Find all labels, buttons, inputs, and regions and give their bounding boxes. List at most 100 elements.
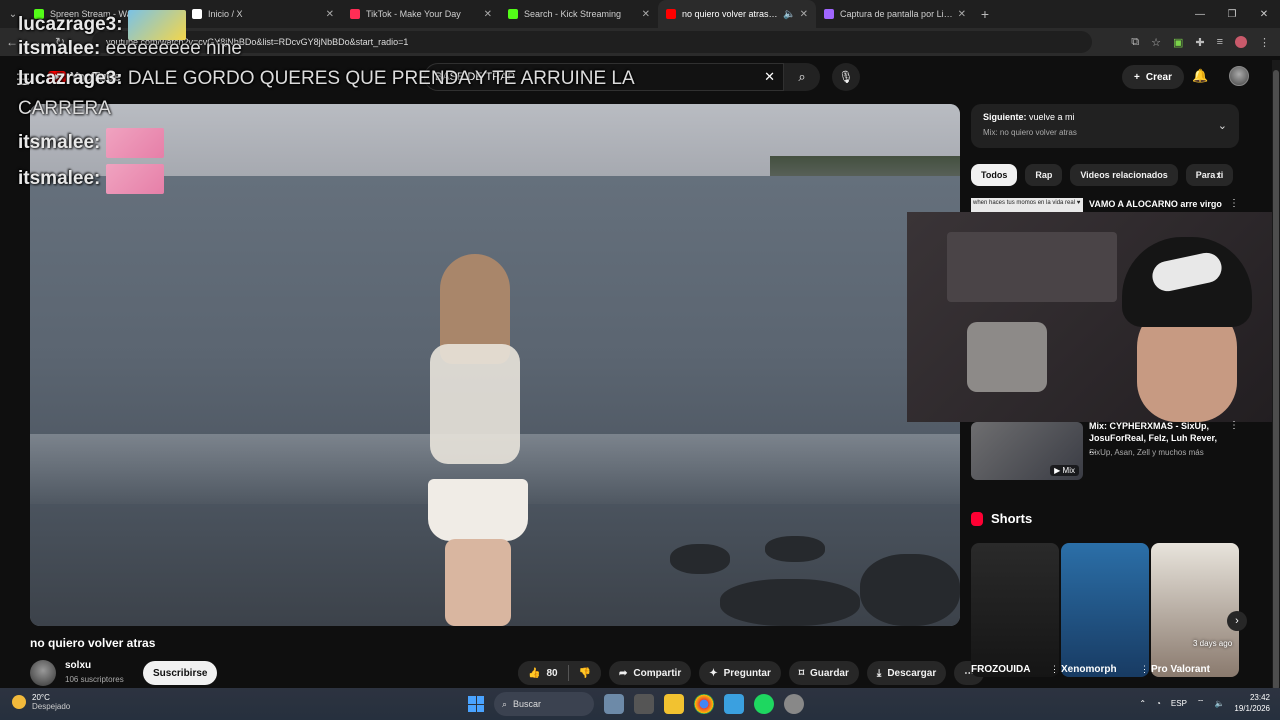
bookmark-star-icon[interactable]: ☆ [1151, 36, 1161, 49]
stream-chat-overlay: lucazrage3: itsmalee: eeeeeeeee nine luc… [18, 10, 678, 195]
short-title: Pro Valorant [1151, 664, 1210, 675]
clock[interactable]: 23:42 19/1/2026 [1234, 692, 1270, 714]
more-vertical-icon[interactable]: ⋮ [1050, 664, 1059, 675]
chip-rap[interactable]: Rap [1025, 164, 1063, 186]
video-title: no quiero volver atras [30, 636, 156, 650]
close-window-icon[interactable]: ✕ [1248, 0, 1280, 28]
weather-widget[interactable]: 20°C Despejado [12, 693, 70, 711]
channel-avatar[interactable] [30, 660, 56, 686]
moon-icon [12, 695, 26, 709]
chat-username: itsmalee: [18, 168, 101, 190]
chat-message: lucazrage3: DALE GORDO QUERES QUE PRENDA… [18, 64, 678, 124]
page-scrollbar[interactable] [1272, 60, 1280, 690]
close-tab-icon[interactable]: ✕ [958, 9, 966, 20]
spotify-icon[interactable] [754, 694, 774, 714]
chat-text: eeeeeeeee nine [105, 38, 242, 60]
video-shoreline [770, 156, 960, 178]
recommended-video[interactable]: when haces tus momos en la vida real ♥ V… [971, 198, 1241, 212]
obs-icon[interactable] [784, 694, 804, 714]
more-vertical-icon[interactable]: ⋮ [1140, 664, 1149, 675]
next-mix: Mix: no quiero volver atras [983, 128, 1077, 137]
plus-icon: + [1134, 71, 1140, 83]
create-button[interactable]: + Crear [1122, 65, 1184, 89]
short-card[interactable]: FROZOUIDA ⋮ [971, 543, 1059, 677]
shorts-next-button[interactable]: › [1227, 611, 1247, 631]
chat-emote [105, 164, 164, 195]
windows-start-icon[interactable] [468, 696, 484, 712]
ask-button[interactable]: ✦ Preguntar [699, 661, 781, 685]
profile-avatar[interactable] [1235, 36, 1247, 48]
extension-icon[interactable]: ▣ [1173, 36, 1183, 49]
browser-tab[interactable]: Captura de pantalla por Lights ✕ [816, 0, 974, 28]
save-button[interactable]: ⌑ Guardar [788, 661, 859, 685]
reading-list-icon[interactable]: ≡ [1217, 36, 1223, 48]
chip-for-you[interactable]: Para ti [1185, 164, 1234, 186]
video-rock [765, 536, 825, 562]
share-arrow-icon: ➦ [619, 667, 628, 679]
weather-condition: Despejado [32, 702, 71, 711]
subscribe-button[interactable]: Suscribirse [143, 661, 218, 685]
like-dislike-group: 👍 80 👎 [518, 661, 602, 685]
network-icon[interactable]: ◔ [1156, 699, 1161, 708]
extensions-puzzle-icon[interactable]: ✚ [1195, 36, 1204, 49]
more-vertical-icon[interactable]: ⋮ [1229, 420, 1239, 431]
dislike-button[interactable]: 👎 [568, 661, 602, 685]
share-button[interactable]: ➦ Compartir [609, 661, 692, 685]
browser-tab-active[interactable]: no quiero volver atras - You 🔈 ✕ [658, 0, 816, 28]
wifi-icon[interactable]: ⌔ [1197, 698, 1205, 708]
tab-title: no quiero volver atras - You [682, 9, 779, 19]
video-rock [720, 579, 860, 626]
chevron-down-icon[interactable]: ⌄ [1218, 119, 1227, 132]
cast-icon[interactable]: ⧉ [1131, 36, 1139, 49]
video-thumbnail: when haces tus momos en la vida real ♥ [971, 198, 1083, 212]
mix-badge: ▶ Mix [1050, 465, 1079, 476]
more-vertical-icon[interactable]: ⋮ [1229, 198, 1239, 209]
shorts-heading: Shorts [971, 511, 1032, 526]
like-button[interactable]: 👍 80 [518, 661, 568, 685]
chat-username: itsmalee: [18, 132, 101, 154]
chat-message: itsmalee: eeeeeeeee nine [18, 34, 678, 64]
short-card[interactable]: Xenomorph ⋮ [1061, 543, 1149, 677]
short-card[interactable]: 3 days ago Pro Valorant [1151, 543, 1239, 677]
chat-emote [105, 128, 164, 159]
chevron-right-icon[interactable]: › [1216, 168, 1220, 182]
app-icon[interactable] [724, 694, 744, 714]
mix-thumbnail: ▶ Mix [971, 422, 1083, 480]
search-button[interactable]: ⌕ [784, 63, 820, 91]
bookmark-icon: ⌑ [798, 667, 804, 679]
channel-name[interactable]: solxu [65, 660, 91, 671]
chevron-up-icon[interactable]: ⌃ [1139, 699, 1146, 708]
task-view-icon[interactable] [634, 694, 654, 714]
new-tab-icon[interactable]: + [974, 6, 996, 22]
chat-username: lucazrage3: [18, 68, 123, 90]
minimize-icon[interactable]: — [1184, 0, 1216, 28]
search-icon: ⌕ [798, 69, 806, 84]
chip-related[interactable]: Videos relacionados [1070, 164, 1178, 186]
landscape-widget-icon[interactable] [604, 694, 624, 714]
recommended-mix[interactable]: ▶ Mix Mix: CYPHERXMAS - SixUp, JosuForRe… [971, 418, 1241, 480]
windows-taskbar: 20°C Despejado ⌕ Buscar ⌃ ◔ ESP ⌔ 🔈 23:4… [0, 688, 1280, 720]
notifications-bell-icon[interactable]: 🔔 [1192, 68, 1208, 84]
taskbar-search[interactable]: ⌕ Buscar [494, 692, 594, 716]
voice-search-button[interactable]: 🎙 [832, 63, 860, 91]
close-tab-icon[interactable]: ✕ [800, 9, 808, 20]
short-badge: 3 days ago [1193, 639, 1233, 648]
maximize-icon[interactable]: ❐ [1216, 0, 1248, 28]
thumbs-up-icon: 👍 [528, 667, 541, 679]
video-subject [380, 254, 580, 626]
chat-username: itsmalee: [18, 38, 101, 60]
file-explorer-icon[interactable] [664, 694, 684, 714]
language-indicator[interactable]: ESP [1171, 699, 1187, 708]
next-label: Siguiente: [983, 112, 1027, 122]
up-next-card[interactable]: Siguiente: vuelve a mi Mix: no quiero vo… [971, 104, 1239, 148]
mic-icon: 🎙 [838, 70, 854, 84]
chrome-icon[interactable] [694, 694, 714, 714]
browser-menu-icon[interactable]: ⋮ [1259, 36, 1270, 49]
chip-all[interactable]: Todos [971, 164, 1018, 186]
mute-tab-icon[interactable]: 🔈 [783, 9, 795, 20]
search-icon: ⌕ [502, 698, 508, 709]
account-avatar[interactable] [1229, 66, 1249, 86]
clear-search-icon[interactable]: ✕ [764, 69, 775, 85]
download-button[interactable]: ⤓ Descargar [866, 661, 947, 685]
volume-icon[interactable]: 🔈 [1214, 699, 1224, 708]
